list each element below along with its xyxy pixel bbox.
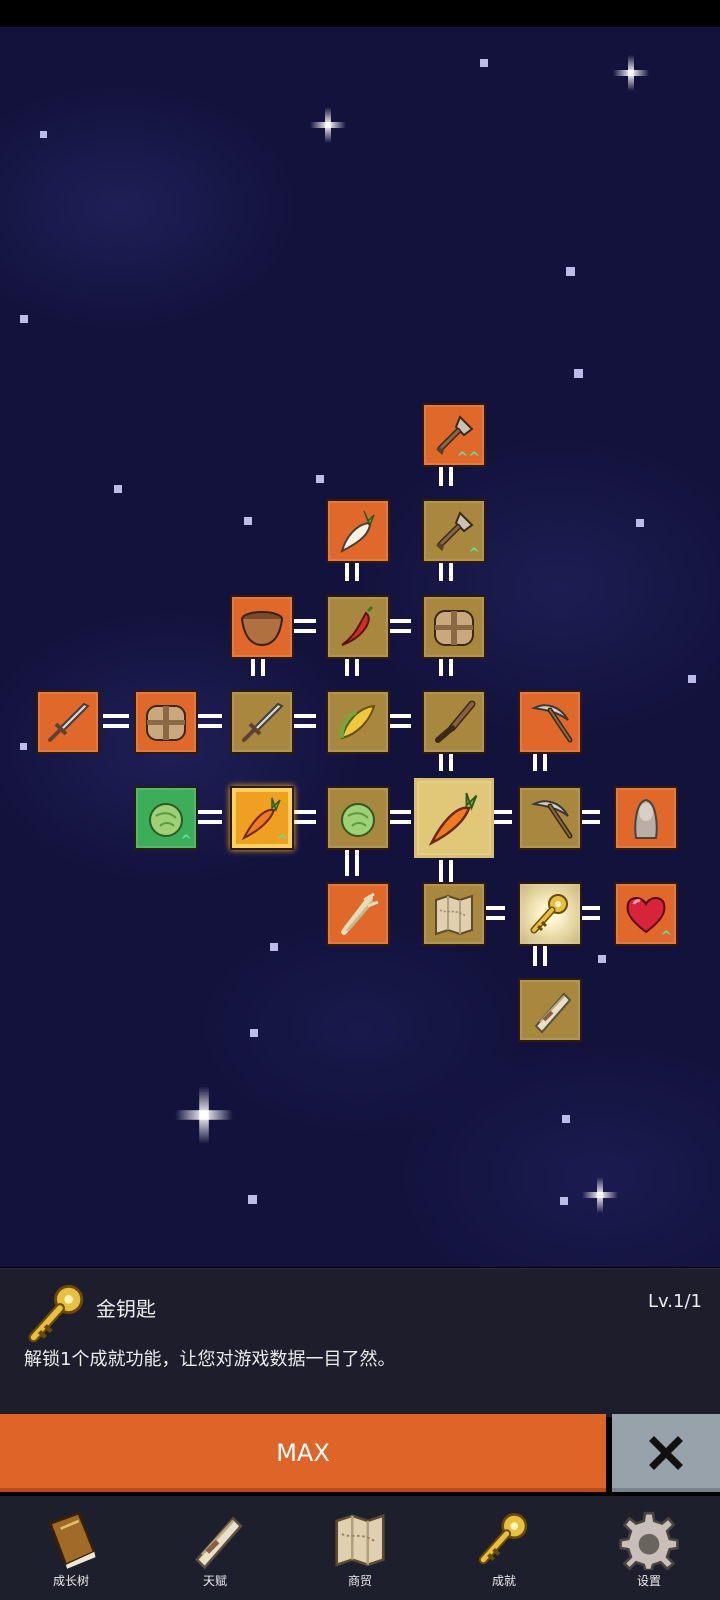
- radish-icon: [334, 507, 382, 555]
- pickaxe-icon: [526, 794, 574, 842]
- star: [250, 1029, 258, 1037]
- sword-icon: [238, 698, 286, 746]
- skill-node-chili[interactable]: [326, 595, 390, 659]
- skill-node-sword[interactable]: [230, 690, 294, 754]
- sword-icon: [44, 698, 92, 746]
- skill-node-chest-upgrade[interactable]: [422, 595, 486, 659]
- skill-node-sword-upgrade[interactable]: [36, 690, 100, 754]
- bowl-icon: [238, 603, 286, 651]
- cabbage-icon: [334, 794, 382, 842]
- skill-node-cabbage-upgrade[interactable]: ^: [134, 786, 198, 850]
- nav-settings[interactable]: 设置: [594, 1498, 704, 1598]
- skill-node-pickaxe[interactable]: [518, 786, 582, 850]
- skill-node-corn[interactable]: [326, 690, 390, 754]
- book-icon: [40, 1508, 102, 1570]
- close-button[interactable]: [612, 1414, 720, 1492]
- skill-level: Lv.1/1: [648, 1291, 702, 1312]
- skill-node-chest[interactable]: [134, 690, 198, 754]
- star: [40, 131, 47, 138]
- skill-node-bowl[interactable]: [230, 595, 294, 659]
- scroll-icon: [526, 986, 574, 1034]
- skill-node-gold-key[interactable]: [518, 882, 582, 946]
- skill-node-map[interactable]: [422, 882, 486, 946]
- treasure-chest-icon: [142, 698, 190, 746]
- corn-icon: [334, 698, 382, 746]
- bottom-nav: 成长树 天赋 商贸 成就 设置: [0, 1496, 720, 1600]
- key-icon: [473, 1508, 535, 1570]
- skill-node-statue[interactable]: [614, 786, 678, 850]
- key-icon: [526, 890, 574, 938]
- star: [248, 1195, 257, 1204]
- star: [598, 955, 606, 963]
- nav-talent[interactable]: 天赋: [160, 1498, 270, 1598]
- nav-label: 成就: [491, 1574, 516, 1588]
- star: [562, 1115, 570, 1123]
- scroll-icon: [184, 1508, 246, 1570]
- tree-connector: [196, 810, 222, 824]
- skill-detail-panel: 金钥匙 Lv.1/1 解锁1个成就功能，让您对游戏数据一目了然。: [0, 1268, 720, 1417]
- wheat-icon: [334, 890, 382, 938]
- key-icon: [22, 1279, 92, 1349]
- skill-node-carrot-upgrade[interactable]: ^: [230, 786, 294, 850]
- star: [574, 369, 583, 378]
- gear-icon: [618, 1508, 680, 1570]
- skill-node-shovel[interactable]: ^: [422, 499, 486, 563]
- chili-pepper-icon: [334, 603, 382, 651]
- star: [114, 485, 122, 493]
- star: [175, 1086, 233, 1144]
- star: [244, 517, 252, 525]
- close-icon: [649, 1436, 683, 1470]
- skill-node-pickaxe-upgrade[interactable]: [518, 690, 582, 754]
- nav-label: 商贸: [347, 1574, 372, 1588]
- skill-node-cabbage[interactable]: [326, 786, 390, 850]
- star: [480, 59, 488, 67]
- pickaxe-icon: [526, 698, 574, 746]
- star: [270, 943, 278, 951]
- tree-connector: [345, 850, 359, 876]
- nav-label: 设置: [636, 1574, 661, 1588]
- skill-name: 金钥匙: [96, 1297, 156, 1321]
- skill-node-radish[interactable]: [326, 499, 390, 563]
- dagger-icon: [430, 698, 478, 746]
- star: [20, 315, 28, 323]
- star: [613, 55, 649, 91]
- tree-connector: [103, 714, 129, 728]
- star: [566, 267, 575, 276]
- map-icon: [329, 1508, 391, 1570]
- nav-achievements[interactable]: 成就: [449, 1498, 559, 1598]
- nav-label: 天赋: [202, 1574, 227, 1588]
- nav-growth-tree[interactable]: 成长树: [16, 1498, 126, 1598]
- star: [20, 743, 27, 750]
- skill-node-shovel-upgrade[interactable]: ^^: [422, 403, 486, 467]
- skill-node-dagger[interactable]: [422, 690, 486, 754]
- tree-connector: [196, 714, 222, 728]
- nav-label: 成长树: [52, 1574, 89, 1588]
- star: [316, 475, 324, 483]
- skill-node-heart[interactable]: ^: [614, 882, 678, 946]
- map-icon: [430, 890, 478, 938]
- star: [688, 675, 696, 683]
- skill-node-carrot-root[interactable]: [414, 778, 494, 858]
- nav-trade[interactable]: 商贸: [305, 1498, 415, 1598]
- star: [310, 107, 346, 143]
- carrot-icon: [424, 788, 484, 848]
- statue-icon: [622, 794, 670, 842]
- star: [560, 1197, 568, 1205]
- treasure-chest-icon: [430, 603, 478, 651]
- star: [582, 1177, 618, 1213]
- skill-description: 解锁1个成就功能，让您对游戏数据一目了然。: [24, 1349, 396, 1370]
- max-button[interactable]: MAX: [0, 1414, 606, 1492]
- star: [636, 519, 644, 527]
- skill-node-wheat[interactable]: [326, 882, 390, 946]
- status-bar: [0, 0, 720, 27]
- skill-node-scroll[interactable]: [518, 978, 582, 1042]
